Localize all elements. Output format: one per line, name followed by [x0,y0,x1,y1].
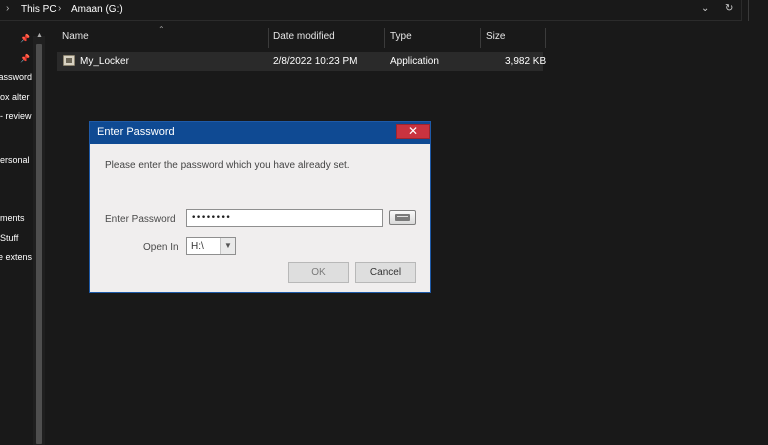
scroll-up-icon[interactable]: ▲ [36,32,43,39]
column-divider[interactable] [545,28,546,48]
file-name[interactable]: My_Locker [80,56,129,67]
open-in-label: Open In [143,242,179,253]
column-divider[interactable] [268,28,269,48]
dialog-title: Enter Password [97,126,175,138]
virtual-keyboard-button[interactable] [389,210,416,225]
application-icon [63,55,75,66]
password-field[interactable]: •••••••• [186,209,383,227]
navigation-pane: 📌 📌 assword ox alter review - ersonal me… [0,22,45,445]
column-header-name[interactable]: Name [62,31,89,42]
dialog-title-bar[interactable]: Enter Password ✕ [90,122,430,144]
column-header-size[interactable]: Size [486,31,505,42]
pin-icon: 📌 [20,34,30,43]
nav-item[interactable]: assword [0,72,32,82]
enter-password-dialog: Enter Password ✕ Please enter the passwo… [89,121,431,293]
nav-item[interactable]: ments [0,213,32,223]
column-header-date[interactable]: Date modified [273,31,335,42]
breadcrumb-drive[interactable]: Amaan (G:) [71,4,123,15]
ok-button[interactable]: OK [288,262,349,283]
nav-item[interactable]: e extens [0,252,32,262]
nav-item[interactable]: ersonal [0,155,32,165]
keyboard-icon [395,214,410,221]
address-bar: › This PC › Amaan (G:) ⌄ ↻ [0,0,768,22]
breadcrumb-chevron-icon: › [6,3,10,14]
column-divider[interactable] [480,28,481,48]
nav-item[interactable]: review - [0,111,32,121]
refresh-icon[interactable]: ↻ [725,3,733,14]
column-header-type[interactable]: Type [390,31,412,42]
chevron-down-icon[interactable]: ▼ [220,238,235,254]
nav-item[interactable]: Stuff [0,233,32,243]
file-type: Application [390,56,439,67]
drive-select-value: H:\ [191,241,204,252]
close-button[interactable]: ✕ [396,124,430,139]
breadcrumb-separator[interactable]: › [58,3,61,14]
open-in-drive-select[interactable]: H:\ ▼ [186,237,236,255]
scrollbar-thumb[interactable] [36,44,42,444]
nav-item[interactable]: ox alter [0,92,32,102]
cancel-button[interactable]: Cancel [355,262,416,283]
pin-icon: 📌 [20,54,30,63]
close-icon: ✕ [407,124,419,138]
password-label: Enter Password [105,214,176,225]
sort-ascending-icon: ⌃ [158,25,165,34]
search-box[interactable] [748,0,768,21]
dialog-message: Please enter the password which you have… [105,160,350,171]
breadcrumb-this-pc[interactable]: This PC [21,4,57,15]
file-size: 3,982 KB [505,56,547,67]
chevron-down-icon[interactable]: ⌄ [701,3,709,14]
file-date: 2/8/2022 10:23 PM [273,56,358,67]
column-divider[interactable] [384,28,385,48]
